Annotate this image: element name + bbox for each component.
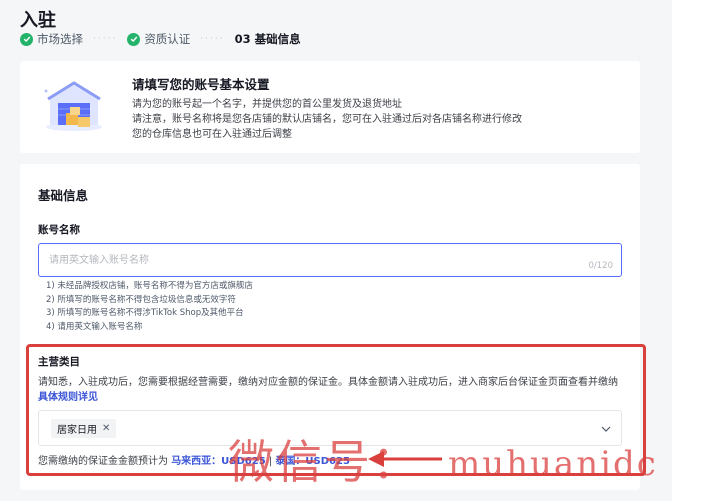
deposit-notice: 请知悉，入驻成功后，您需要根据经营需要，缴纳对应金额的保证金。具体金额请入驻成功… xyxy=(38,375,620,405)
right-panel-edge xyxy=(672,0,702,501)
deposit-notice-text: 请知悉，入驻成功后，您需要根据经营需要，缴纳对应金额的保证金。具体金额请入驻成功… xyxy=(38,377,618,388)
close-icon[interactable]: ✕ xyxy=(102,423,110,434)
step-separator: ····· xyxy=(200,34,225,44)
intro-card: 请填写您的账号基本设置 请为您的账号起一个名字，并提供您的首公里发货及退货地址 … xyxy=(20,61,640,153)
step-indicator: 市场选择 ····· 资质认证 ····· 03 基础信息 xyxy=(20,31,301,47)
step-label: 市场选择 xyxy=(37,32,83,46)
check-circle-icon xyxy=(20,32,33,46)
account-name-input[interactable] xyxy=(49,252,569,268)
section-title: 基础信息 xyxy=(38,188,89,203)
intro-title: 请填写您的账号基本设置 xyxy=(132,77,270,92)
intro-line: 请为您的账号起一个名字，并提供您的首公里发货及退货地址 xyxy=(132,99,402,110)
watermark-en: muhuanidc xyxy=(448,444,658,484)
warehouse-icon xyxy=(44,81,102,131)
rule-item: 2) 所填写的账号名称不得包含垃圾信息或无效字符 xyxy=(46,294,236,305)
page-title: 入驻 xyxy=(20,10,56,31)
char-counter: 0/120 xyxy=(588,261,614,271)
account-name-rules: 1) 未经品牌授权店铺，账号名称不得为官方店或旗舰店 2) 所填写的账号名称不得… xyxy=(46,280,253,334)
step-label: 基础信息 xyxy=(254,32,301,46)
category-tag-label: 居家日用 xyxy=(57,425,97,436)
step-qualification: 资质认证 xyxy=(127,31,190,47)
rule-details-link[interactable]: 具体规则详见 xyxy=(38,392,98,403)
main-category-label: 主营类目 xyxy=(38,356,80,368)
rule-item: 3) 所填写的账号名称不得涉TikTok Shop及其他平台 xyxy=(46,308,244,319)
chevron-down-icon[interactable] xyxy=(601,425,611,433)
intro-line: 请注意，账号名称将是您各店铺的默认店铺名，您可在入驻通过后对各店铺名称进行修改 xyxy=(132,114,522,125)
account-name-label: 账号名称 xyxy=(38,224,80,236)
step-basic-info: 03 基础信息 xyxy=(235,31,301,47)
intro-line: 您的仓库信息也可在入驻通过后调整 xyxy=(132,129,292,140)
category-tag: 居家日用 ✕ xyxy=(51,419,117,438)
deposit-prefix: 您需缴纳的保证金金额预计为 xyxy=(38,456,168,467)
step-number: 03 xyxy=(234,32,251,46)
step-label: 资质认证 xyxy=(144,32,191,46)
account-name-field: 0/120 xyxy=(38,243,622,277)
step-separator: ····· xyxy=(93,34,118,44)
watermark-cn: 微信号： xyxy=(228,435,420,489)
step-market-selection: 市场选择 xyxy=(20,31,83,47)
check-circle-icon xyxy=(127,32,141,46)
rule-item: 1) 未经品牌授权店铺，账号名称不得为官方店或旗舰店 xyxy=(46,281,253,291)
rule-item: 4) 请用英文输入账号名称 xyxy=(46,321,143,332)
